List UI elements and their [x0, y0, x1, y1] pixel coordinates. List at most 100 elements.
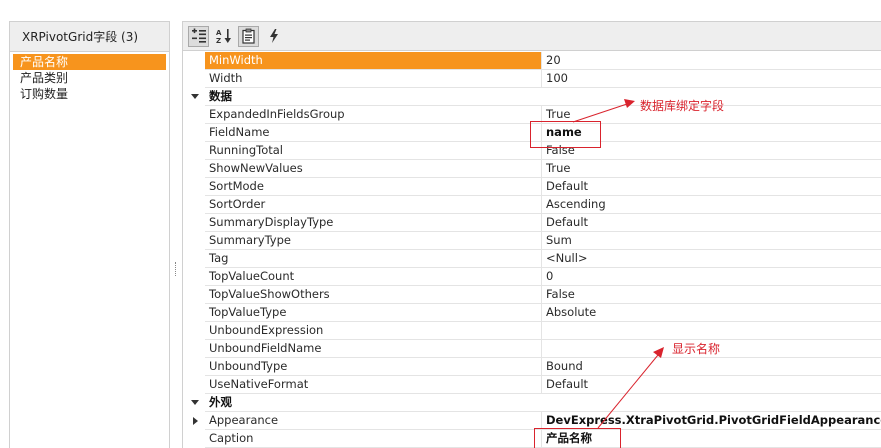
property-value[interactable]: Absolute: [542, 304, 881, 322]
property-name[interactable]: UseNativeFormat: [205, 376, 542, 394]
property-name[interactable]: UnboundType: [205, 358, 542, 376]
categorized-icon: [191, 28, 206, 43]
svg-text:A: A: [216, 29, 222, 37]
expand-arrow-icon[interactable]: [193, 417, 198, 425]
property-name[interactable]: ShowNewValues: [205, 160, 542, 178]
collapse-arrow-icon[interactable]: [191, 400, 199, 405]
property-row[interactable]: Width 100: [183, 70, 881, 88]
row-gutter: [183, 250, 205, 268]
property-value[interactable]: Default: [542, 178, 881, 196]
category-collapse-toggle[interactable]: [183, 394, 205, 412]
row-gutter: [183, 268, 205, 286]
row-gutter: [183, 52, 205, 70]
field-item[interactable]: 产品类别: [13, 70, 166, 86]
splitter-grip-icon[interactable]: [175, 262, 177, 276]
row-gutter: [183, 160, 205, 178]
field-list-panel: XRPivotGrid字段 (3) 产品名称 产品类别 订购数量: [9, 21, 170, 448]
property-grid: MinWidth 20 Width 100 数据 ExpandedInFieldsGrou…: [183, 52, 881, 448]
row-gutter: [183, 178, 205, 196]
categorized-button[interactable]: [188, 25, 209, 47]
property-row[interactable]: TopValueCount 0: [183, 268, 881, 286]
property-name[interactable]: FieldName: [205, 124, 542, 142]
sort-alphabetical-icon: A Z: [216, 29, 231, 44]
property-row[interactable]: MinWidth 20: [183, 52, 881, 70]
svg-text:Z: Z: [216, 37, 221, 44]
caption-annotation: 显示名称: [672, 342, 721, 356]
row-gutter: [183, 322, 205, 340]
category-row[interactable]: 外观: [183, 394, 881, 412]
properties-icon: [241, 28, 255, 44]
property-row[interactable]: SortMode Default: [183, 178, 881, 196]
property-name[interactable]: ExpandedInFieldsGroup: [205, 106, 542, 124]
property-name[interactable]: RunningTotal: [205, 142, 542, 160]
category-collapse-toggle[interactable]: [183, 88, 205, 106]
property-row[interactable]: Appearance DevExpress.XtraPivotGrid.Pivot…: [183, 412, 881, 430]
property-value[interactable]: Ascending: [542, 196, 881, 214]
property-name[interactable]: UnboundExpression: [205, 322, 542, 340]
property-name[interactable]: SummaryType: [205, 232, 542, 250]
property-value[interactable]: <Null>: [542, 250, 881, 268]
category-label: 外观: [205, 394, 881, 412]
property-value[interactable]: True: [542, 160, 881, 178]
field-list-title: XRPivotGrid字段 (3): [10, 22, 169, 52]
property-name[interactable]: TopValueShowOthers: [205, 286, 542, 304]
property-row[interactable]: UseNativeFormat Default: [183, 376, 881, 394]
property-name[interactable]: Width: [205, 70, 542, 88]
property-name[interactable]: SortMode: [205, 178, 542, 196]
property-grid-panel: A Z MinWidth 20 Width 100 数据 ExpandedInFields…: [182, 21, 881, 448]
panel-splitter[interactable]: [171, 21, 182, 448]
property-value[interactable]: 0: [542, 268, 881, 286]
property-name[interactable]: Appearance: [205, 412, 542, 430]
collapse-arrow-icon[interactable]: [191, 94, 199, 99]
property-row[interactable]: TopValueShowOthers False: [183, 286, 881, 304]
property-row[interactable]: UnboundFieldName: [183, 340, 881, 358]
property-value[interactable]: Default: [542, 376, 881, 394]
property-value[interactable]: Default: [542, 214, 881, 232]
field-item[interactable]: 订购数量: [13, 86, 166, 102]
property-value[interactable]: Bound: [542, 358, 881, 376]
row-gutter: [183, 358, 205, 376]
row-gutter[interactable]: [183, 412, 205, 430]
property-value[interactable]: False: [542, 286, 881, 304]
properties-button[interactable]: [238, 25, 259, 47]
property-grid-toolbar: A Z: [183, 22, 881, 51]
property-value[interactable]: 20: [542, 52, 881, 70]
property-row[interactable]: UnboundExpression: [183, 322, 881, 340]
property-value[interactable]: Sum: [542, 232, 881, 250]
property-name[interactable]: Tag: [205, 250, 542, 268]
events-lightning-icon: [269, 29, 278, 43]
property-name[interactable]: MinWidth: [205, 52, 542, 70]
row-gutter: [183, 304, 205, 322]
property-name[interactable]: TopValueType: [205, 304, 542, 322]
category-row[interactable]: 数据: [183, 88, 881, 106]
property-row[interactable]: UnboundType Bound: [183, 358, 881, 376]
events-button[interactable]: [263, 26, 284, 47]
category-label: 数据: [205, 88, 881, 106]
property-name[interactable]: TopValueCount: [205, 268, 542, 286]
property-row[interactable]: SortOrder Ascending: [183, 196, 881, 214]
row-gutter: [183, 142, 205, 160]
property-value[interactable]: 100: [542, 70, 881, 88]
property-row[interactable]: ShowNewValues True: [183, 160, 881, 178]
row-gutter: [183, 70, 205, 88]
property-row[interactable]: TopValueType Absolute: [183, 304, 881, 322]
alphabetical-button[interactable]: A Z: [213, 26, 234, 47]
property-name[interactable]: SortOrder: [205, 196, 542, 214]
property-name[interactable]: SummaryDisplayType: [205, 214, 542, 232]
row-gutter: [183, 376, 205, 394]
property-row[interactable]: SummaryDisplayType Default: [183, 214, 881, 232]
property-row[interactable]: SummaryType Sum: [183, 232, 881, 250]
row-gutter: [183, 106, 205, 124]
row-gutter: [183, 214, 205, 232]
fieldname-highlight-box: [530, 121, 601, 148]
field-item[interactable]: 产品名称: [13, 54, 166, 70]
property-row[interactable]: Tag <Null>: [183, 250, 881, 268]
row-gutter: [183, 430, 205, 448]
row-gutter: [183, 286, 205, 304]
property-name[interactable]: Caption: [205, 430, 542, 448]
property-row[interactable]: Caption 产品名称: [183, 430, 881, 448]
row-gutter: [183, 124, 205, 142]
property-name[interactable]: UnboundFieldName: [205, 340, 542, 358]
field-list: 产品名称 产品类别 订购数量: [10, 52, 169, 102]
property-value[interactable]: [542, 322, 881, 340]
